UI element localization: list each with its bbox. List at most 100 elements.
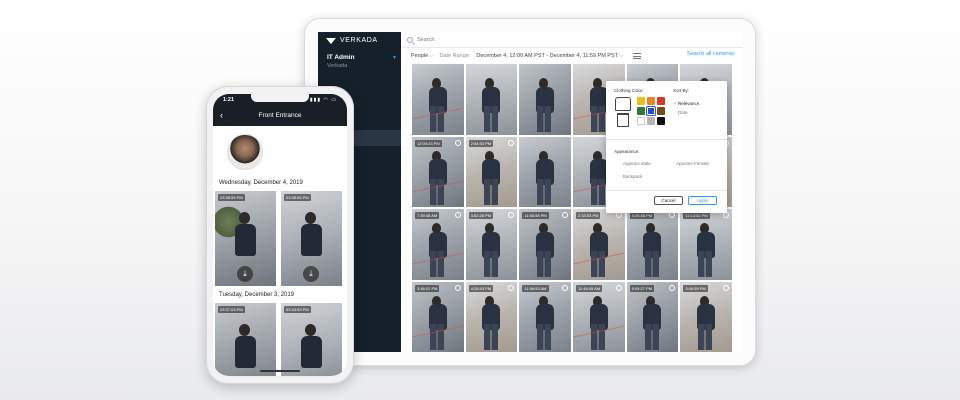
download-icon[interactable] <box>454 139 461 146</box>
clothing-color-label: Clothing Color: <box>614 88 644 93</box>
result-tile[interactable]: 11:13:02 PM <box>680 209 732 280</box>
result-tile[interactable]: 4:28:43 PM <box>465 281 518 352</box>
person-head <box>305 211 317 224</box>
result-tile[interactable]: 3:48:22 PM <box>412 281 464 352</box>
tile-timestamp: 3:52:28 PM <box>468 212 494 219</box>
tile-timestamp: 3:48:22 PM <box>415 284 440 292</box>
result-tile[interactable]: 5:04:27 PM <box>626 281 679 352</box>
sort-by-label: Sort By: <box>673 88 690 93</box>
phone-device: 1:21 ▮▮▮ ◠ ▭ ‹ Front Entrance Wednesday,… <box>206 86 354 384</box>
people-filter-label: People <box>411 53 429 59</box>
download-icon[interactable] <box>723 284 729 291</box>
photo-timestamp: 03:37:03 PM <box>218 306 245 313</box>
tile-timestamp: 12:00:23 PM <box>415 139 442 147</box>
download-icon[interactable] <box>669 284 676 291</box>
person-legs <box>537 106 552 133</box>
download-icon[interactable] <box>454 284 461 291</box>
date-range-value: December 4, 12:00 AM PST - December 4, 1… <box>476 53 618 59</box>
search-all-cameras-link[interactable]: Search all cameras <box>687 51 734 57</box>
person-legs <box>591 323 606 350</box>
color-swatch[interactable] <box>647 117 655 125</box>
person-legs <box>591 178 606 205</box>
cancel-button[interactable]: Cancel <box>654 196 683 205</box>
person-legs <box>537 178 552 205</box>
sort-option-date[interactable]: Date <box>678 110 688 115</box>
color-swatch[interactable] <box>647 97 655 105</box>
result-tile[interactable]: 11:56:58 PM <box>519 209 571 280</box>
color-swatch[interactable] <box>646 106 656 116</box>
download-icon[interactable] <box>562 284 568 291</box>
result-tile[interactable]: 3:52:28 PM <box>465 209 518 280</box>
search-bar <box>401 32 742 48</box>
color-swatches <box>637 97 665 125</box>
photo-tile[interactable]: 03:38:56 PM ⤓ <box>281 191 342 286</box>
people-filter-dropdown[interactable]: People ⌵ <box>411 53 433 59</box>
download-icon[interactable]: ⤓ <box>303 266 319 282</box>
result-tile[interactable]: 12:00:23 PM <box>412 136 464 207</box>
chevron-down-icon[interactable]: ▼ <box>392 55 397 61</box>
color-swatch[interactable] <box>637 117 645 125</box>
tile-timestamp: 3:49:59 PM <box>683 284 708 292</box>
person-legs <box>483 251 498 278</box>
download-icon[interactable] <box>508 284 515 291</box>
result-tile[interactable]: 2:33:53 PM <box>573 209 625 280</box>
result-tile[interactable]: 3:49:59 PM <box>680 281 732 352</box>
apply-button[interactable]: Apply <box>688 196 717 205</box>
person-legs <box>591 106 606 133</box>
sort-option-relevance[interactable]: Relevance <box>678 101 699 106</box>
person-legs <box>430 251 445 278</box>
result-tile[interactable]: 2:34:34 PM <box>465 136 518 207</box>
person-legs <box>644 323 659 350</box>
photo-tile[interactable]: 03:38:59 PM ⤓ <box>215 191 276 286</box>
result-tile[interactable]: 4:25:38 PM <box>626 209 679 280</box>
download-icon[interactable] <box>508 212 515 218</box>
color-swatch[interactable] <box>637 107 645 115</box>
person-legs <box>483 323 498 350</box>
date-range-label: Date Range: <box>439 53 471 59</box>
result-tile[interactable] <box>412 64 464 135</box>
appearance-option-male[interactable]: Appears Male <box>623 161 651 166</box>
filter-settings-icon[interactable] <box>633 53 642 59</box>
person-legs <box>698 323 713 350</box>
color-swatch[interactable] <box>657 117 665 125</box>
person-legs <box>430 178 445 205</box>
user-name[interactable]: IT Admin <box>327 54 355 61</box>
person-legs <box>483 106 498 133</box>
result-tile[interactable]: 11:48:09 AM <box>573 281 625 352</box>
result-tile[interactable] <box>465 64 518 135</box>
appearance-option-female[interactable]: Appears Female <box>676 161 709 166</box>
download-icon[interactable] <box>508 139 515 146</box>
download-icon[interactable] <box>562 212 568 218</box>
result-tile[interactable] <box>519 64 571 135</box>
result-tile[interactable]: 11:56:53 AM <box>519 281 571 352</box>
color-swatch[interactable] <box>637 97 645 105</box>
search-icon <box>407 36 413 43</box>
phone-notch <box>251 94 309 102</box>
download-icon[interactable] <box>454 212 461 218</box>
result-tile[interactable] <box>519 136 571 207</box>
search-input[interactable] <box>417 36 617 43</box>
appearance-option-backpack[interactable]: Backpack <box>623 174 643 179</box>
photo-tile[interactable]: 03:37:03 PM <box>215 303 276 376</box>
date-range-dropdown[interactable]: December 4, 12:00 AM PST - December 4, 1… <box>476 53 623 59</box>
chevron-down-icon: ⌵ <box>429 53 434 59</box>
divider <box>606 139 727 140</box>
pants-icon[interactable] <box>617 113 629 127</box>
person-head <box>239 211 251 224</box>
color-swatch[interactable] <box>657 97 665 105</box>
result-tile[interactable]: 7:39:48 AM <box>412 209 464 280</box>
color-swatch[interactable] <box>657 107 665 115</box>
download-icon[interactable]: ⤓ <box>237 266 253 282</box>
photo-tile[interactable]: 03:43:53 PM <box>281 303 342 376</box>
tablet-screen: VERKADA IT Admin ▼ Verkada Cameras Ar...… <box>318 32 742 352</box>
brand-logo[interactable]: VERKADA <box>326 37 378 44</box>
divider <box>606 190 727 191</box>
filter-popup: Clothing Color: Sort By: ✓ Relevance Dat… <box>606 81 727 213</box>
photo-timestamp: 03:38:59 PM <box>218 194 245 201</box>
download-icon[interactable] <box>615 284 622 291</box>
shirt-icon[interactable] <box>615 97 631 111</box>
page-title: Front Entrance <box>258 112 302 119</box>
verkada-logo-icon <box>326 37 336 44</box>
chevron-down-icon: ⌵ <box>619 53 624 59</box>
avatar <box>227 134 263 170</box>
